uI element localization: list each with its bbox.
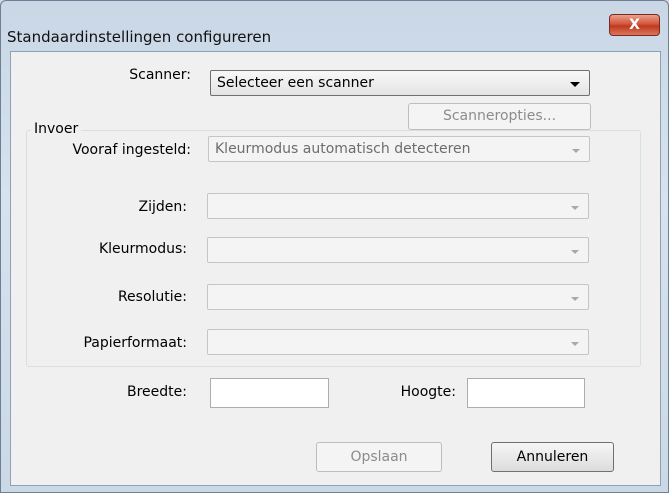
paper-size-select[interactable] bbox=[207, 329, 589, 355]
color-mode-select[interactable] bbox=[207, 237, 589, 263]
resolution-select[interactable] bbox=[207, 284, 589, 310]
chevron-down-icon bbox=[571, 297, 579, 301]
input-group-label: Invoer bbox=[31, 121, 82, 137]
height-field[interactable] bbox=[467, 378, 585, 408]
scanner-label: Scanner: bbox=[129, 67, 191, 83]
close-icon: X bbox=[629, 17, 640, 33]
save-button[interactable]: Opslaan bbox=[316, 442, 442, 472]
scanner-select-value: Selecteer een scanner bbox=[217, 75, 374, 91]
width-field[interactable] bbox=[210, 378, 329, 408]
chevron-down-icon bbox=[571, 250, 579, 254]
dialog-title: Standaardinstellingen configureren bbox=[7, 28, 272, 46]
height-label: Hoogte: bbox=[400, 384, 456, 400]
sides-label: Zijden: bbox=[138, 199, 187, 215]
dialog-window: Standaardinstellingen configureren X Sca… bbox=[0, 0, 669, 493]
chevron-down-icon bbox=[571, 206, 579, 210]
color-mode-label: Kleurmodus: bbox=[98, 241, 187, 257]
sides-select[interactable] bbox=[207, 193, 589, 219]
scanner-select[interactable]: Selecteer een scanner bbox=[210, 70, 590, 96]
scanner-options-button[interactable]: Scanneropties... bbox=[408, 103, 591, 130]
chevron-down-icon bbox=[571, 342, 579, 346]
close-button[interactable]: X bbox=[609, 14, 660, 36]
paper-size-label: Papierformaat: bbox=[83, 335, 187, 351]
chevron-down-icon bbox=[570, 82, 580, 87]
resolution-label: Resolutie: bbox=[117, 289, 187, 305]
cancel-button[interactable]: Annuleren bbox=[491, 442, 614, 472]
width-label: Breedte: bbox=[127, 384, 187, 400]
title-bar[interactable]: Standaardinstellingen configureren X bbox=[1, 1, 668, 51]
